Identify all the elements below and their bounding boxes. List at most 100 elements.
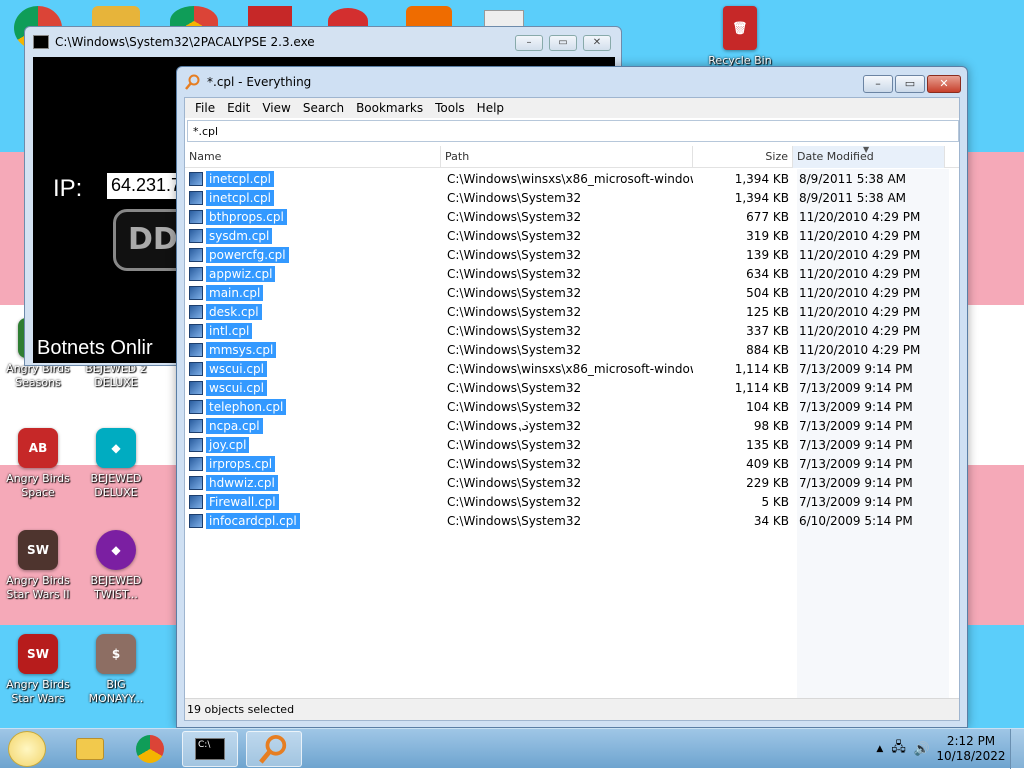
menu-view[interactable]: View	[256, 101, 296, 115]
console-icon: C:\	[195, 738, 225, 760]
date-cell: 11/20/2010 4:29 PM	[799, 209, 921, 224]
menu-tools[interactable]: Tools	[429, 101, 471, 115]
cpl-file-icon	[189, 323, 203, 338]
cpl-file-icon	[189, 304, 203, 319]
path-cell: C:\Windows\System32	[447, 190, 582, 205]
table-row[interactable]: infocardcpl.cpl C:\Windows\System32 34 KB 6…	[185, 511, 959, 530]
cpl-file-icon	[189, 494, 203, 509]
volume-icon[interactable]: 🔊	[914, 742, 930, 757]
table-row[interactable]: inetcpl.cpl C:\Windows\winsxs\x86_microso…	[185, 169, 959, 188]
desktop-icon-label: BEJEWED 2 DELUXE	[85, 362, 147, 389]
console-close-button[interactable]: ✕	[583, 35, 611, 51]
column-header-name[interactable]: Name	[185, 146, 441, 168]
size-cell: 337 KB	[746, 323, 789, 338]
table-row[interactable]: wscui.cpl C:\Windows\winsxs\x86_microsoft…	[185, 359, 959, 378]
size-cell: 98 KB	[753, 418, 789, 433]
path-cell: C:\Windows\winsxs\x86_microsoft-windows-…	[447, 361, 693, 376]
column-header-date-modified[interactable]: ▼ Date Modified	[793, 146, 945, 168]
everything-window[interactable]: *.cpl - Everything – ▭ ✕ File Edit View …	[176, 66, 968, 728]
name-cell: joy.cpl	[185, 436, 441, 453]
table-row[interactable]: ncpa.cpl C:\Windows\System32 98 KB 7/13/200…	[185, 416, 959, 435]
table-row[interactable]: appwiz.cpl C:\Windows\System32 634 KB 11/20…	[185, 264, 959, 283]
table-row[interactable]: intl.cpl C:\Windows\System32 337 KB 11/20/2…	[185, 321, 959, 340]
everything-title: *.cpl - Everything	[207, 75, 312, 89]
table-row[interactable]: Firewall.cpl C:\Windows\System32 5 KB 7/13/…	[185, 492, 959, 511]
table-row[interactable]: mmsys.cpl C:\Windows\System32 884 KB 11/20/…	[185, 340, 959, 359]
table-row[interactable]: bthprops.cpl C:\Windows\System32 677 KB 11/…	[185, 207, 959, 226]
table-row[interactable]: irprops.cpl C:\Windows\System32 409 KB 7/13…	[185, 454, 959, 473]
table-row[interactable]: main.cpl C:\Windows\System32 504 KB 11/20/2…	[185, 283, 959, 302]
network-icon[interactable]: 🖧	[891, 738, 906, 760]
file-name: appwiz.cpl	[206, 265, 276, 282]
menu-edit[interactable]: Edit	[221, 101, 256, 115]
size-cell: 504 KB	[746, 285, 789, 300]
table-row[interactable]: desk.cpl C:\Windows\System32 125 KB 11/20/2…	[185, 302, 959, 321]
cpl-file-icon	[189, 456, 203, 471]
menu-file[interactable]: File	[189, 101, 221, 115]
name-cell: wscui.cpl	[185, 379, 441, 396]
maximize-button[interactable]: ▭	[895, 75, 925, 93]
name-cell: wscui.cpl	[185, 360, 441, 377]
console-minimize-button[interactable]: –	[515, 35, 543, 51]
console-maximize-button[interactable]: ▭	[549, 35, 577, 51]
desktop-icon-angry-birds-star-wars-2[interactable]: SW Angry Birds Star Wars II	[0, 530, 76, 602]
desktop-icon-angry-birds-star-wars[interactable]: SW Angry Birds Star Wars	[0, 634, 76, 706]
name-cell: irprops.cpl	[185, 455, 441, 472]
table-row[interactable]: hdwwiz.cpl C:\Windows\System32 229 KB 7/13/…	[185, 473, 959, 492]
desktop-icon-angry-birds-space[interactable]: AB Angry Birds Space	[0, 428, 76, 500]
cpl-file-icon	[189, 190, 203, 205]
recycle-bin-icon[interactable]: 🗑 Recycle Bin	[702, 6, 778, 68]
file-name: desk.cpl	[206, 303, 262, 320]
size-cell: 1,394 KB	[734, 171, 789, 186]
show-desktop-button[interactable]	[1010, 729, 1024, 769]
date-cell: 7/13/2009 9:14 PM	[799, 456, 913, 471]
everything-client: File Edit View Search Bookmarks Tools He…	[184, 97, 960, 721]
bejewed-twist-icon: ◆	[96, 530, 136, 570]
table-row[interactable]: telephon.cpl C:\Windows\System32 104 KB 7/1…	[185, 397, 959, 416]
start-button[interactable]	[8, 731, 46, 767]
sort-descending-icon: ▼	[863, 145, 870, 154]
menu-bookmarks[interactable]: Bookmarks	[350, 101, 429, 115]
date-cell: 11/20/2010 4:29 PM	[799, 266, 921, 281]
file-name: sysdm.cpl	[206, 227, 273, 244]
table-row[interactable]: joy.cpl C:\Windows\System32 135 KB 7/13/200…	[185, 435, 959, 454]
menu-search[interactable]: Search	[297, 101, 350, 115]
taskbar-folder-button[interactable]	[62, 731, 118, 767]
menu-help[interactable]: Help	[471, 101, 510, 115]
close-button[interactable]: ✕	[927, 75, 961, 93]
name-cell: mmsys.cpl	[185, 341, 441, 358]
table-row[interactable]: inetcpl.cpl C:\Windows\System32 1,394 KB 8/…	[185, 188, 959, 207]
taskbar-chrome-button[interactable]	[122, 731, 178, 767]
date-cell: 11/20/2010 4:29 PM	[799, 304, 921, 319]
trash-icon: 🗑	[723, 6, 757, 50]
name-cell: bthprops.cpl	[185, 208, 441, 225]
date-cell: 7/13/2009 9:14 PM	[799, 475, 913, 490]
date-cell: 11/20/2010 4:29 PM	[799, 342, 921, 357]
column-header-path[interactable]: Path	[441, 146, 693, 168]
date-cell: 11/20/2010 4:29 PM	[799, 323, 921, 338]
everything-titlebar[interactable]: *.cpl - Everything	[177, 67, 967, 97]
minimize-button[interactable]: –	[863, 75, 893, 93]
size-cell: 229 KB	[746, 475, 789, 490]
desktop-icon-bejewed-twist[interactable]: ◆ BEJEWED TWIST...	[78, 530, 154, 602]
table-row[interactable]: wscui.cpl C:\Windows\System32 1,114 KB 7/13…	[185, 378, 959, 397]
clock[interactable]: 2:12 PM 10/18/2022	[936, 734, 1006, 764]
angry-birds-space-icon: AB	[18, 428, 58, 468]
ip-value: 64.231.7	[111, 175, 182, 195]
name-cell: sysdm.cpl	[185, 227, 441, 244]
size-cell: 1,114 KB	[734, 361, 789, 376]
column-header: Name Path Size ▼ Date Modified	[185, 146, 959, 168]
size-cell: 1,394 KB	[734, 190, 789, 205]
show-hidden-icons-icon[interactable]: ▲	[876, 744, 883, 754]
taskbar-everything-button[interactable]	[246, 731, 302, 767]
desktop-icon-big-monayy[interactable]: $ BIG MONAYY...	[78, 634, 154, 706]
path-cell: C:\Windows\System32	[447, 323, 582, 338]
column-header-size[interactable]: Size	[693, 146, 793, 168]
file-name: infocardcpl.cpl	[206, 512, 300, 529]
table-row[interactable]: powercfg.cpl C:\Windows\System32 139 KB 11/…	[185, 245, 959, 264]
desktop-icon-bejewed-deluxe[interactable]: ◆ BEJEWED DELUXE	[78, 428, 154, 500]
taskbar-console-button[interactable]: C:\	[182, 731, 238, 767]
size-cell: 409 KB	[746, 456, 789, 471]
table-row[interactable]: sysdm.cpl C:\Windows\System32 319 KB 11/20/…	[185, 226, 959, 245]
search-input[interactable]	[187, 120, 959, 142]
